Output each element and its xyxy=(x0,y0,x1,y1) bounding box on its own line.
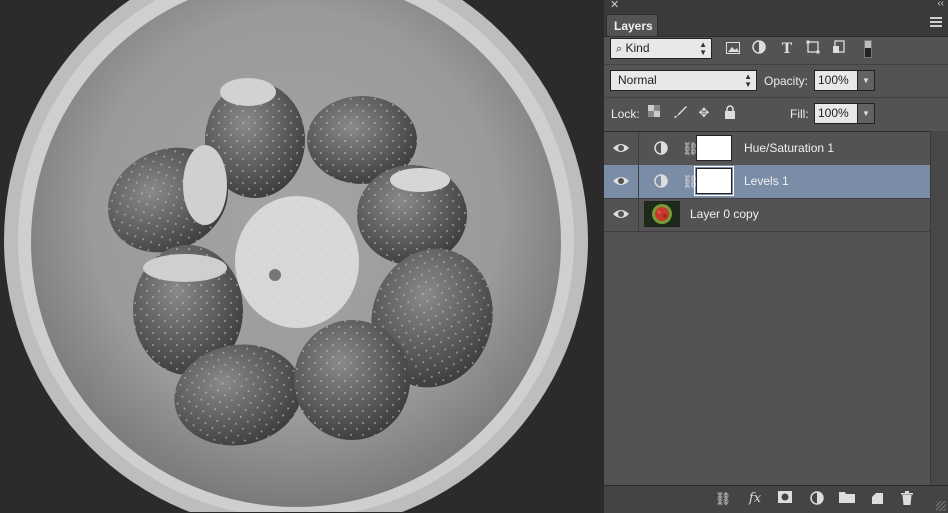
adjustment-layer-icon xyxy=(654,141,668,155)
opacity-label: Opacity: xyxy=(764,74,809,88)
lock-position-icon[interactable]: ✥ xyxy=(696,105,712,121)
layers-scrollbar[interactable] xyxy=(930,131,948,485)
fill-label: Fill: xyxy=(790,107,809,121)
divider xyxy=(604,97,948,98)
layer-name: Hue/Saturation 1 xyxy=(744,141,835,155)
panel-menu-icon[interactable] xyxy=(930,17,942,29)
select-arrows-icon: ▲ ▼ xyxy=(744,72,752,89)
divider xyxy=(638,132,639,165)
adjustment-layer-icon xyxy=(654,174,668,188)
filter-kind-select[interactable]: ⌕ Kind ▲ ▼ xyxy=(610,38,712,59)
search-icon: ⌕ xyxy=(616,43,623,55)
visibility-eye-icon[interactable] xyxy=(612,174,630,188)
lock-image-pixels-icon[interactable] xyxy=(672,105,688,121)
divider xyxy=(638,198,639,231)
panel-tab-row: Layers xyxy=(604,12,948,37)
visibility-eye-icon[interactable] xyxy=(612,207,630,221)
type-filter-icon[interactable]: T xyxy=(778,40,796,58)
divider xyxy=(604,64,948,65)
adjustment-filter-icon[interactable] xyxy=(750,40,768,58)
lock-label: Lock: xyxy=(611,107,640,121)
shape-filter-icon[interactable] xyxy=(804,40,822,58)
visibility-eye-icon[interactable] xyxy=(612,141,630,155)
layers-list: ⛓ Hue/Saturation 1 ⛓ Levels 1 Layer 0 co… xyxy=(604,131,948,486)
resize-grip[interactable] xyxy=(936,501,946,511)
smart-object-filter-icon[interactable] xyxy=(830,40,848,58)
select-arrows-icon: ▲ ▼ xyxy=(699,40,707,57)
new-group-icon[interactable] xyxy=(838,491,856,507)
divider xyxy=(638,165,639,198)
opacity-dropdown-button[interactable]: ▼ xyxy=(857,70,875,91)
add-mask-icon[interactable] xyxy=(776,491,794,507)
panel-titlebar: ✕ ‹‹ xyxy=(604,0,948,12)
blend-mode-select[interactable]: Normal ▲ ▼ xyxy=(610,70,757,91)
link-layers-icon[interactable]: ⛓ xyxy=(714,491,732,507)
mask-link-icon[interactable]: ⛓ xyxy=(682,140,699,158)
layer-row-hue-saturation[interactable]: ⛓ Hue/Saturation 1 xyxy=(604,132,930,166)
filter-kind-label: Kind xyxy=(625,41,650,55)
layers-panel: ✕ ‹‹ Layers ⌕ Kind ▲ ▼ T Normal ▲ ▼ Opacit… xyxy=(604,0,948,513)
fill-dropdown-button[interactable]: ▼ xyxy=(857,103,875,124)
fill-input[interactable]: 100% xyxy=(814,103,858,124)
layer-mask-thumbnail[interactable] xyxy=(696,135,732,161)
fx-icon[interactable]: fx xyxy=(746,491,764,507)
layer-thumbnail[interactable] xyxy=(644,201,680,227)
grayscale-strawberries-image xyxy=(0,0,604,512)
layer-name: Layer 0 copy xyxy=(690,207,759,221)
lock-all-icon[interactable] xyxy=(722,105,738,121)
layer-row-levels[interactable]: ⛓ Levels 1 xyxy=(604,165,930,199)
new-adjustment-icon[interactable] xyxy=(808,491,826,507)
layer-row-layer-0-copy[interactable]: Layer 0 copy xyxy=(604,198,930,232)
tab-layers[interactable]: Layers xyxy=(606,14,658,36)
layer-mask-thumbnail[interactable] xyxy=(694,166,734,196)
layers-bottom-toolbar: ⛓ fx xyxy=(604,485,948,513)
new-layer-icon[interactable] xyxy=(868,491,886,507)
lock-transparent-pixels-icon[interactable] xyxy=(646,105,662,121)
pixel-filter-icon[interactable] xyxy=(724,40,742,58)
mask-link-icon[interactable]: ⛓ xyxy=(682,173,699,191)
filter-toggle-switch[interactable] xyxy=(864,40,872,58)
opacity-input[interactable]: 100% xyxy=(814,70,858,91)
blend-mode-label: Normal xyxy=(618,73,657,87)
close-panel-icon[interactable]: ✕ xyxy=(610,0,619,11)
collapse-panel-icon[interactable]: ‹‹ xyxy=(937,0,944,9)
delete-layer-icon[interactable] xyxy=(898,491,916,507)
layer-name: Levels 1 xyxy=(744,174,789,188)
document-canvas[interactable] xyxy=(0,0,604,512)
